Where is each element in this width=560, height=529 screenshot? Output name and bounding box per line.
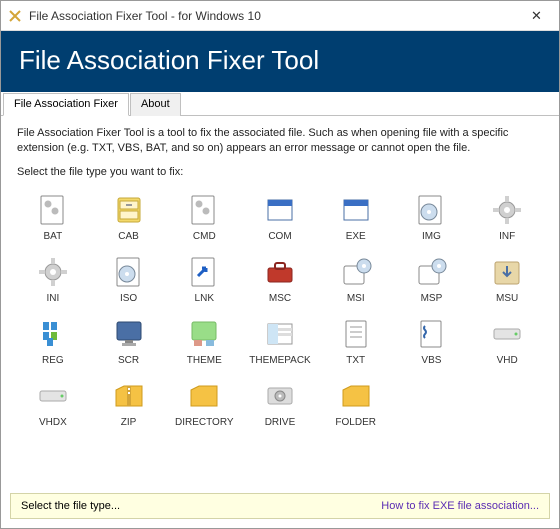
file-type-label: INI xyxy=(46,293,59,304)
file-type-com[interactable]: COM xyxy=(244,190,316,246)
file-type-drive[interactable]: DRIVE xyxy=(244,376,316,432)
monitor-icon xyxy=(113,318,145,350)
file-type-label: TXT xyxy=(346,355,365,366)
tab-file-association-fixer[interactable]: File Association Fixer xyxy=(3,93,129,116)
file-type-label: LNK xyxy=(195,293,214,304)
file-type-label: FOLDER xyxy=(335,417,376,428)
update-box-icon xyxy=(491,256,523,288)
file-type-theme[interactable]: THEME xyxy=(168,314,240,370)
folder-icon xyxy=(340,380,372,412)
themepack-icon xyxy=(264,318,296,350)
description-text: File Association Fixer Tool is a tool to… xyxy=(17,126,543,156)
file-type-scr[interactable]: SCR xyxy=(93,314,165,370)
file-type-msc[interactable]: MSC xyxy=(244,252,316,308)
file-type-folder[interactable]: FOLDER xyxy=(320,376,392,432)
file-type-label: THEME xyxy=(187,355,222,366)
file-type-zip[interactable]: ZIP xyxy=(93,376,165,432)
file-type-label: VHD xyxy=(497,355,518,366)
file-type-label: MSC xyxy=(269,293,291,304)
shortcut-icon xyxy=(188,256,220,288)
gear-icon xyxy=(491,194,523,226)
harddrive-icon xyxy=(264,380,296,412)
file-type-label: VBS xyxy=(421,355,441,366)
window-title: File Association Fixer Tool - for Window… xyxy=(29,9,514,23)
script-icon xyxy=(415,318,447,350)
file-type-label: BAT xyxy=(43,231,62,242)
disc-page-icon xyxy=(113,256,145,288)
tab-about[interactable]: About xyxy=(130,93,181,116)
file-type-label: CAB xyxy=(118,231,139,242)
file-type-themepack[interactable]: THEMEPACK xyxy=(244,314,316,370)
file-type-bat[interactable]: BAT xyxy=(17,190,89,246)
tab-strip: File Association FixerAbout xyxy=(1,92,559,116)
file-type-label: VHDX xyxy=(39,417,67,428)
gear-page-icon xyxy=(37,194,69,226)
close-button[interactable]: ✕ xyxy=(514,1,559,31)
titlebar: File Association Fixer Tool - for Window… xyxy=(1,1,559,31)
drive-icon xyxy=(37,380,69,412)
gear-icon xyxy=(37,256,69,288)
header: File Association Fixer Tool xyxy=(1,31,559,92)
gear-page-icon xyxy=(188,194,220,226)
drive-icon xyxy=(491,318,523,350)
file-type-label: DIRECTORY xyxy=(175,417,234,428)
select-instruction: Select the file type you want to fix: xyxy=(17,166,543,178)
file-type-label: REG xyxy=(42,355,64,366)
file-type-label: INF xyxy=(499,231,515,242)
file-type-inf[interactable]: INF xyxy=(471,190,543,246)
toolbox-icon xyxy=(264,256,296,288)
file-type-vhd[interactable]: VHD xyxy=(471,314,543,370)
file-type-vbs[interactable]: VBS xyxy=(396,314,468,370)
file-type-label: MSI xyxy=(347,293,365,304)
text-icon xyxy=(340,318,372,350)
theme-icon xyxy=(188,318,220,350)
file-type-label: MSU xyxy=(496,293,518,304)
file-type-cmd[interactable]: CMD xyxy=(168,190,240,246)
folder-icon xyxy=(188,380,220,412)
file-type-label: SCR xyxy=(118,355,139,366)
file-type-lnk[interactable]: LNK xyxy=(168,252,240,308)
file-type-label: IMG xyxy=(422,231,441,242)
file-type-cab[interactable]: CAB xyxy=(93,190,165,246)
status-text: Select the file type... xyxy=(21,500,120,512)
header-title: File Association Fixer Tool xyxy=(19,45,541,76)
file-type-msi[interactable]: MSI xyxy=(320,252,392,308)
file-type-msu[interactable]: MSU xyxy=(471,252,543,308)
file-type-vhdx[interactable]: VHDX xyxy=(17,376,89,432)
file-type-label: ISO xyxy=(120,293,137,304)
file-type-label: DRIVE xyxy=(265,417,296,428)
window-icon xyxy=(340,194,372,226)
file-type-msp[interactable]: MSP xyxy=(396,252,468,308)
file-type-txt[interactable]: TXT xyxy=(320,314,392,370)
content-area: File Association Fixer Tool is a tool to… xyxy=(1,116,559,446)
status-bar: Select the file type... How to fix EXE f… xyxy=(10,493,550,519)
window-icon xyxy=(264,194,296,226)
file-type-label: EXE xyxy=(346,231,366,242)
installer-icon xyxy=(415,256,447,288)
registry-icon xyxy=(37,318,69,350)
file-type-reg[interactable]: REG xyxy=(17,314,89,370)
file-type-ini[interactable]: INI xyxy=(17,252,89,308)
file-type-label: COM xyxy=(268,231,291,242)
file-type-grid: BAT CAB CMD COM EXE IMG INF INI ISO LNK MSC MSI MSP M… xyxy=(17,190,543,432)
file-type-label: MSP xyxy=(421,293,443,304)
file-type-label: CMD xyxy=(193,231,216,242)
app-icon xyxy=(7,8,23,24)
help-link[interactable]: How to fix EXE file association... xyxy=(381,500,539,512)
installer-icon xyxy=(340,256,372,288)
file-type-label: ZIP xyxy=(121,417,137,428)
close-icon: ✕ xyxy=(531,8,542,24)
file-type-exe[interactable]: EXE xyxy=(320,190,392,246)
cabinet-icon xyxy=(113,194,145,226)
file-type-img[interactable]: IMG xyxy=(396,190,468,246)
file-type-directory[interactable]: DIRECTORY xyxy=(168,376,240,432)
disc-page-icon xyxy=(415,194,447,226)
file-type-label: THEMEPACK xyxy=(249,355,311,366)
file-type-iso[interactable]: ISO xyxy=(93,252,165,308)
zip-icon xyxy=(113,380,145,412)
